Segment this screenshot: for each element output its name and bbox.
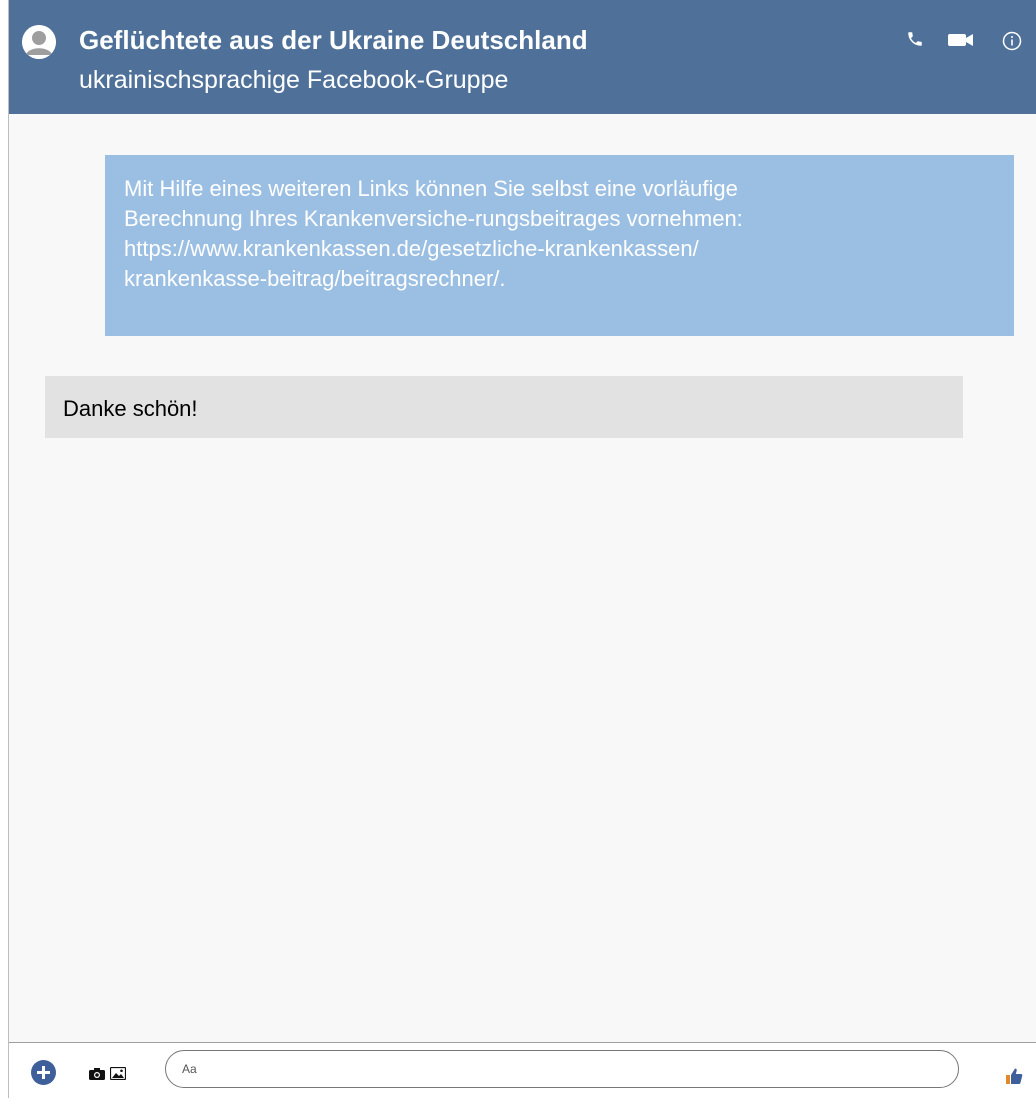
info-icon[interactable]	[1002, 31, 1022, 56]
chat-title: Geflüchtete aus der Ukraine Deutschland	[79, 25, 588, 55]
video-camera-icon[interactable]	[947, 32, 975, 53]
message-input[interactable]	[165, 1050, 959, 1088]
plus-icon[interactable]	[31, 1060, 56, 1085]
thumbs-up-icon[interactable]	[1005, 1067, 1023, 1090]
chat-header: Geflüchtete aus der Ukraine Deutschland …	[9, 0, 1036, 114]
phone-icon[interactable]	[906, 30, 924, 53]
chat-window: Geflüchtete aus der Ukraine Deutschland …	[8, 0, 1036, 1099]
chat-subtitle: ukrainischsprachige Facebook-Gruppe	[79, 66, 509, 94]
camera-icon[interactable]	[89, 1067, 105, 1085]
image-icon[interactable]	[109, 1066, 127, 1085]
incoming-message-bubble: Danke schön!	[45, 376, 963, 438]
composer-bar	[9, 1042, 1036, 1099]
outgoing-message-bubble: Mit Hilfe eines weiteren Links können Si…	[105, 155, 1014, 336]
avatar-icon[interactable]	[22, 25, 56, 59]
